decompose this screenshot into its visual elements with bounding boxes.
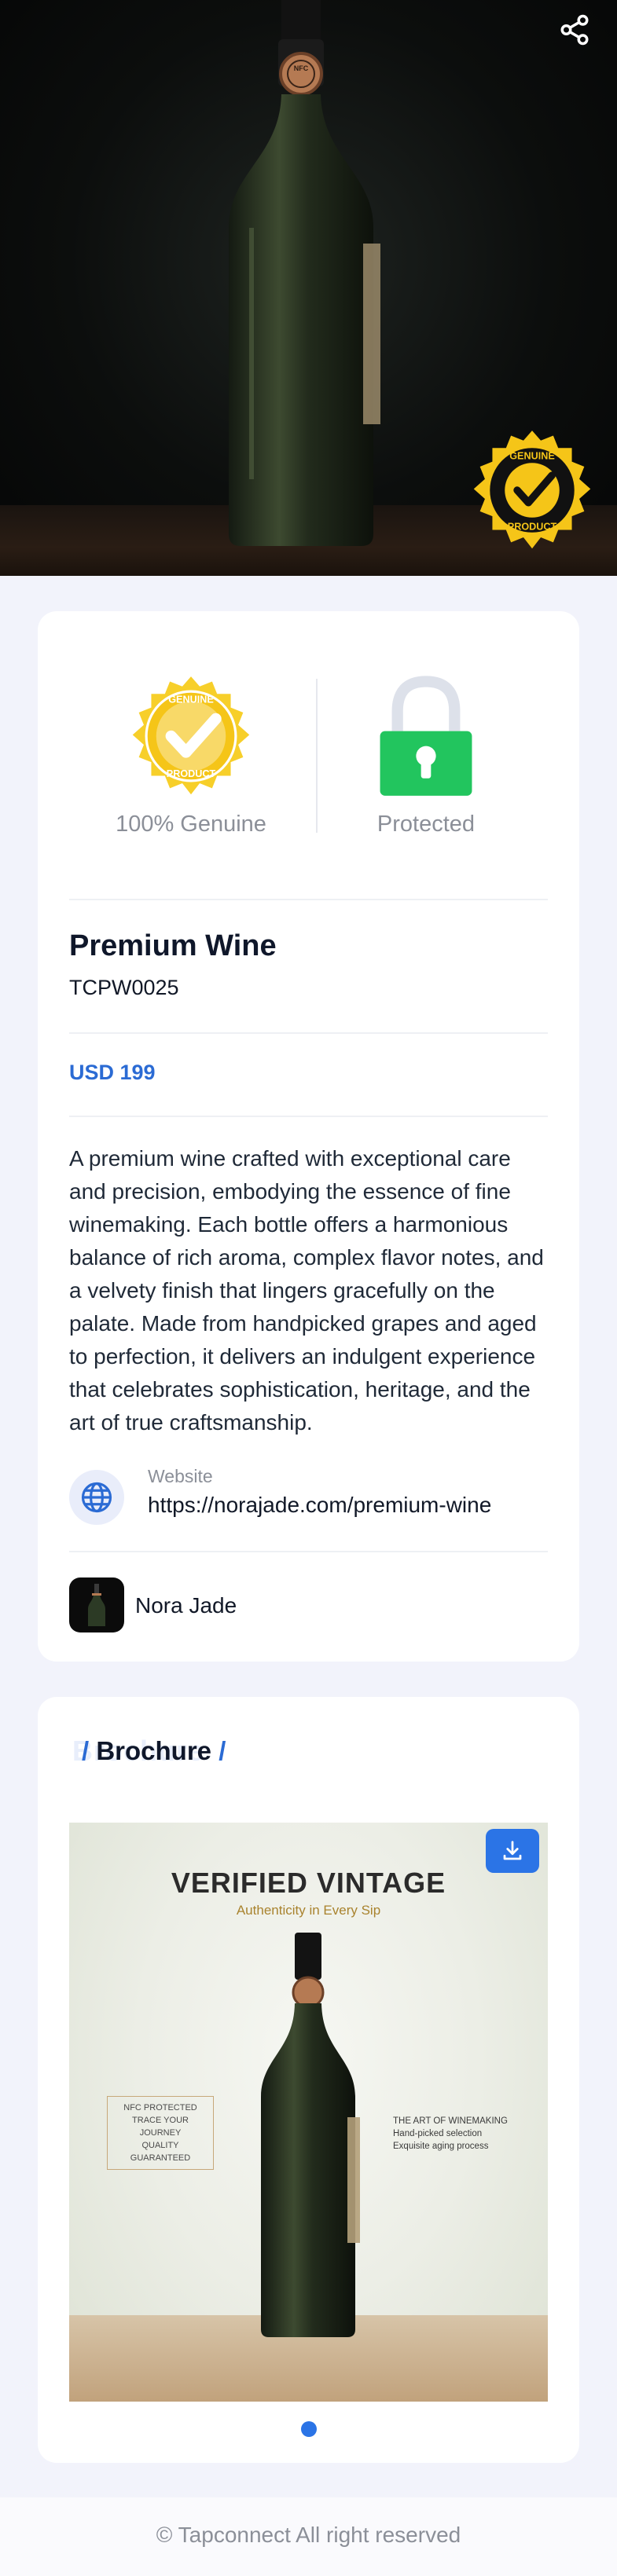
right-note-line: Hand-picked selection xyxy=(393,2129,483,2138)
brochure-title-text: Brochure xyxy=(96,1736,212,1765)
protected-feature: Protected xyxy=(320,674,532,837)
carousel-dot[interactable] xyxy=(301,2421,317,2437)
footer: © Tapconnect All right reserved xyxy=(0,2497,617,2576)
wine-bottle-image: NFC xyxy=(229,0,380,546)
brochure-card: Brochure / Brochure / VERIFIED VINTAGE A… xyxy=(38,1697,579,2463)
right-note-line: Exquisite aging process xyxy=(393,2142,489,2151)
product-title: Premium Wine xyxy=(69,929,277,962)
footer-text: © Tapconnect All right reserved xyxy=(156,2523,461,2547)
brand-name: Nora Jade xyxy=(135,1593,237,1618)
feature-divider xyxy=(316,679,318,833)
brochure-headline: VERIFIED VINTAGE xyxy=(171,1867,446,1899)
product-description: A premium wine crafted with exceptional … xyxy=(69,1146,544,1435)
left-note-line: NFC PROTECTED xyxy=(123,2103,197,2112)
download-button[interactable] xyxy=(486,1829,539,1873)
svg-text:NFC: NFC xyxy=(294,64,309,72)
svg-text:PRODUCT: PRODUCT xyxy=(167,768,216,779)
genuine-product-badge: GENUINE PRODUCT xyxy=(470,428,594,552)
divider xyxy=(69,1116,548,1117)
hero-image: NFC GENUINE PRODUCT xyxy=(0,0,617,576)
brochure-left-note: NFC PROTECTED TRACE YOUR JOURNEY QUALITY… xyxy=(107,2096,214,2170)
svg-text:GENUINE: GENUINE xyxy=(509,451,555,462)
product-code: TCPW0025 xyxy=(69,976,179,999)
brochure-bottle-image xyxy=(261,1933,360,2337)
brochure-image[interactable]: VERIFIED VINTAGE Authenticity in Every S… xyxy=(69,1823,548,2402)
genuine-badge-icon: GENUINE PRODUCT xyxy=(473,431,591,549)
lock-icon xyxy=(380,676,472,796)
title-slash-start: / xyxy=(82,1736,90,1765)
genuine-label: 100% Genuine xyxy=(116,812,266,837)
share-button[interactable] xyxy=(554,9,595,50)
title-slash-end: / xyxy=(219,1736,226,1765)
brochure-title: / Brochure / xyxy=(82,1736,226,1766)
right-note-line: THE ART OF WINEMAKING xyxy=(393,2116,508,2126)
left-note-line: TRACE YOUR JOURNEY xyxy=(132,2116,189,2138)
brand-avatar xyxy=(69,1577,124,1632)
protected-label: Protected xyxy=(376,812,476,837)
website-label: Website xyxy=(148,1466,213,1486)
product-price: USD 199 xyxy=(69,1061,156,1084)
svg-text:PRODUCT: PRODUCT xyxy=(508,522,557,533)
brochure-tagline: Authenticity in Every Sip xyxy=(236,1903,381,1918)
genuine-feature: GENUINE PRODUCT 100% Genuine xyxy=(85,674,297,837)
divider xyxy=(69,1551,548,1552)
download-icon xyxy=(503,1841,522,1860)
genuine-badge-icon: GENUINE PRODUCT xyxy=(132,676,250,795)
svg-text:GENUINE: GENUINE xyxy=(168,694,214,705)
brochure-right-note: THE ART OF WINEMAKING Hand-picked select… xyxy=(393,2115,508,2153)
share-icon xyxy=(560,14,589,46)
divider xyxy=(69,1032,548,1034)
divider xyxy=(69,899,548,900)
globe-icon xyxy=(69,1470,124,1525)
left-note-line: QUALITY GUARANTEED xyxy=(130,2141,191,2163)
website-link[interactable]: Website https://norajade.com/premium-win… xyxy=(69,1466,550,1529)
brochure-heading: Brochure / Brochure / xyxy=(72,1728,308,1775)
website-url[interactable]: https://norajade.com/premium-wine xyxy=(148,1493,491,1518)
product-info-card: GENUINE PRODUCT 100% Genuine Protected P… xyxy=(38,611,579,1662)
